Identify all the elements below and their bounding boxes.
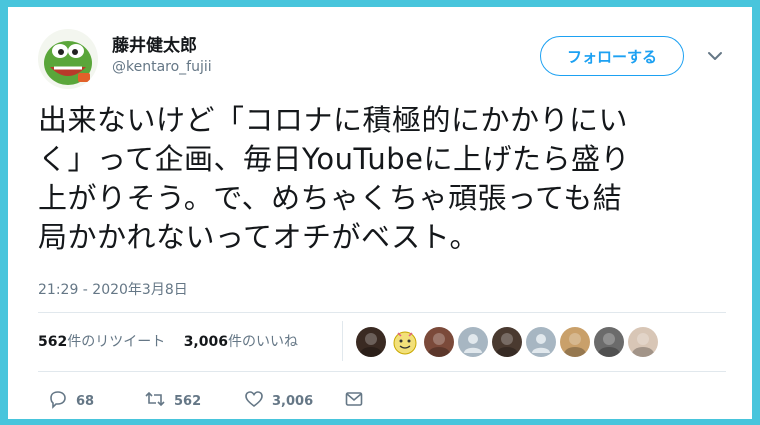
tweet-text-line: 上がりそう。で、めちゃくちゃ頑張っても結: [38, 181, 623, 215]
user-display-name[interactable]: 藤井健太郎: [112, 31, 197, 56]
liker-avatar[interactable]: [628, 327, 658, 357]
liker-avatar[interactable]: [424, 327, 454, 357]
retweet-count: 562: [38, 334, 68, 350]
retweet-action-count: 562: [174, 393, 202, 409]
retweet-icon: [144, 389, 174, 413]
tweet-timestamp[interactable]: 21:29 - 2020年3月8日: [38, 279, 188, 299]
envelope-icon: [344, 389, 372, 413]
tweet-card: 藤井健太郎 @kentaro_fujii フォローする 出来ないけど「コロナに積…: [8, 7, 752, 419]
heart-icon: [244, 389, 272, 413]
stats-divider: [342, 321, 343, 361]
reply-count: 68: [76, 393, 95, 409]
tweet-actions: 68 562 3,006: [38, 389, 738, 411]
liker-avatar[interactable]: [390, 327, 420, 357]
like-count-link[interactable]: 3,006件のいいね: [184, 334, 298, 350]
retweet-count-link[interactable]: 562件のリツイート: [38, 334, 165, 350]
tweet-text-line: く」って企画、毎日YouTubeに上げたら盛り: [38, 142, 630, 176]
direct-message-button[interactable]: [344, 389, 372, 413]
user-avatar[interactable]: [38, 29, 98, 89]
chevron-down-icon[interactable]: [706, 47, 724, 65]
like-count: 3,006: [183, 334, 228, 350]
liker-avatar[interactable]: [492, 327, 522, 357]
like-label: 件のいいね: [227, 334, 298, 350]
retweet-label: 件のリツイート: [67, 334, 166, 350]
divider: [38, 312, 726, 313]
reply-button[interactable]: 68: [48, 389, 94, 413]
default-avatar-icon[interactable]: [526, 327, 556, 357]
tweet-text-line: 出来ないけど「コロナに積極的にかかりにい: [38, 103, 629, 137]
tweet-text-line: 局かかれないってオチがベスト。: [38, 220, 480, 254]
like-button[interactable]: 3,006: [244, 389, 313, 413]
divider: [38, 371, 726, 372]
follow-button[interactable]: フォローする: [540, 36, 684, 76]
engagement-stats: 562件のリツイート 3,006件のいいね: [38, 331, 298, 351]
liker-avatar[interactable]: [356, 327, 386, 357]
follow-button-label: フォローする: [566, 47, 657, 66]
retweet-button[interactable]: 562: [144, 389, 201, 413]
liker-avatar[interactable]: [594, 327, 624, 357]
like-action-count: 3,006: [272, 393, 314, 409]
reply-icon: [48, 389, 76, 413]
user-handle[interactable]: @kentaro_fujii: [112, 59, 212, 75]
tweet-text: 出来ないけど「コロナに積極的にかかりにい く」って企画、毎日YouTubeに上げ…: [38, 101, 738, 257]
liker-avatar[interactable]: [560, 327, 590, 357]
default-avatar-icon[interactable]: [458, 327, 488, 357]
